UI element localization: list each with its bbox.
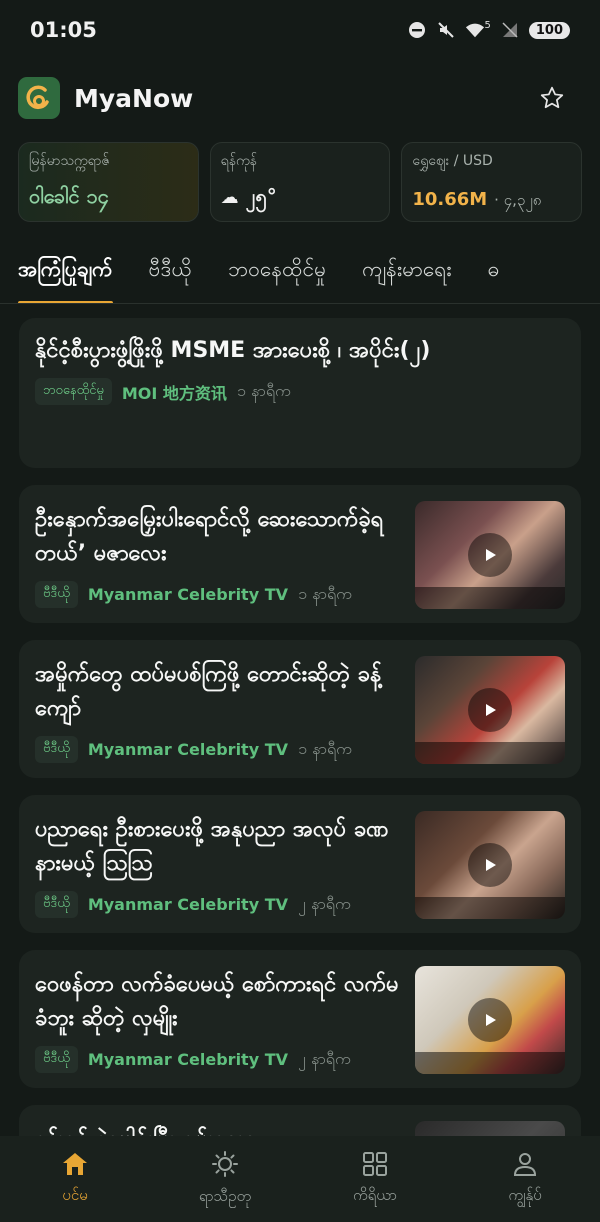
gold-price-value: 10.66M [412, 189, 488, 210]
play-icon [468, 998, 512, 1042]
nav-home[interactable]: ပင်မ [0, 1136, 150, 1222]
nav-home-label: ပင်မ [62, 1185, 88, 1204]
cloud-icon: ☁ [220, 187, 239, 208]
category-badge: ဗီဒီယို [35, 736, 78, 763]
news-time: ၁ နာရီက [298, 583, 352, 603]
weather-value: ၂၅° [245, 184, 277, 208]
news-time: ၁ နာရီက [236, 380, 291, 400]
gold-price-row: 10.66M · ၄,၃၂၈ [412, 186, 571, 213]
wifi-label: 5 [484, 19, 491, 31]
weather-row: ☁ ၂၅° [221, 183, 380, 213]
calendar-widget[interactable]: မြန်မာသက္ကရာဇ် ဝါခေါင် ၁၄ [18, 142, 199, 222]
news-source: Myanmar Celebrity TV [87, 895, 288, 914]
news-source: Myanmar Celebrity TV [87, 740, 288, 759]
video-card[interactable]: ပညာရေး ဦးစားပေးဖို့ အနုပညာ အလုပ် ခဏနားမယ… [19, 795, 581, 933]
thumbnail-caption-bar [415, 587, 565, 609]
app-header: MyaNow [0, 70, 600, 126]
star-icon[interactable] [536, 82, 568, 114]
video-card[interactable]: ဝေဖန်တာ လက်ခံပေမယ့် စော်ကားရင် လက်မခံဘူး… [19, 950, 581, 1088]
play-icon [468, 533, 512, 577]
status-bar: 01:05 5 100 [0, 0, 600, 60]
news-time: ၂ နာရီက [298, 1048, 351, 1068]
play-icon [468, 688, 512, 732]
category-badge: ဗီဒီယို [35, 1046, 78, 1073]
news-title: ဦးနှောက်အမြှေးပါးရောင်လို့ ဆေးသောက်ခဲ့ရတ… [35, 507, 384, 566]
nav-profile-label: ကျွန်ုပ် [508, 1185, 542, 1204]
app-logo [18, 77, 60, 119]
news-time: ၁ နာရီက [298, 738, 352, 758]
wifi-icon [465, 20, 485, 40]
category-badge: ဘဝနေထိုင်မှု [35, 378, 112, 405]
do-not-disturb-icon [407, 20, 427, 40]
tab-video[interactable]: ဗီဒီယို [149, 240, 192, 303]
news-title: နိုင်ငံ့စီးပွားဖွံ့ဖြိုးဖို့ MSME အားပေး… [35, 338, 431, 363]
status-time: 01:05 [30, 18, 97, 42]
video-thumbnail[interactable] [415, 501, 565, 609]
video-thumbnail[interactable] [415, 656, 565, 764]
home-icon [61, 1151, 89, 1181]
category-badge: ဗီဒီယို [35, 581, 78, 608]
tab-recommended[interactable]: အကြံပြုချက် [18, 240, 113, 303]
news-title: ဝေဖန်တာ လက်ခံပေမယ့် စော်ကားရင် လက်မခံဘူး… [35, 972, 399, 1031]
news-feed: နိုင်ငံ့စီးပွားဖွံ့ဖြိုးဖို့ MSME အားပေး… [19, 318, 581, 1222]
battery-indicator: 100 [528, 21, 570, 39]
calendar-value: ဝါခေါင် ၁၄ [29, 184, 110, 208]
weather-widget[interactable]: ရန်ကုန် ☁ ၂၅° [209, 142, 391, 222]
info-widgets: မြန်မာသက္ကရာဇ် ဝါခေါင် ၁၄ ရန်ကုန် ☁ ၂၅° … [18, 142, 583, 222]
news-title: ပညာရေး ဦးစားပေးဖို့ အနုပညာ အလုပ် ခဏနားမယ… [35, 817, 389, 876]
news-time: ၂ နာရီက [298, 893, 351, 913]
sun-icon [211, 1150, 239, 1182]
signal-icon [500, 20, 520, 40]
video-card[interactable]: ဦးနှောက်အမြှေးပါးရောင်လို့ ဆေးသောက်ခဲ့ရတ… [19, 485, 581, 623]
tab-lifestyle[interactable]: ဘဝနေထိုင်မှု [228, 240, 326, 303]
gold-price-sub: · ၄,၃၂၈ [494, 191, 542, 209]
gold-price-widget[interactable]: ရွှေဈေး / USD 10.66M · ၄,၃၂၈ [401, 142, 583, 222]
play-icon [468, 843, 512, 887]
app-title: MyaNow [74, 83, 194, 113]
gold-price-label: ရွှေဈေး / USD [412, 153, 493, 169]
calendar-label: မြန်မာသက္ကရာဇ် [29, 153, 110, 169]
bottom-navigation: ပင်မ ရာသီဥတု ကိရိယာ ကျွန်ုပ် [0, 1136, 600, 1222]
news-meta: ဘဝနေထိုင်မှု MOI 地方资讯 ၁ နာရီက [35, 378, 565, 405]
grid-icon [362, 1151, 388, 1181]
nav-weather-label: ရာသီဥတု [198, 1186, 252, 1205]
news-card[interactable]: နိုင်ငံ့စီးပွားဖွံ့ဖြိုးဖို့ MSME အားပေး… [19, 318, 581, 468]
person-icon [512, 1151, 538, 1181]
nav-weather[interactable]: ရာသီဥတု [150, 1136, 300, 1222]
video-card[interactable]: အမှိုက်တွေ ထပ်မပစ်ကြဖို့ တောင်းဆိုတဲ့ ခန… [19, 640, 581, 778]
weather-label: ရန်ကုန် [220, 153, 257, 169]
thumbnail-caption-bar [415, 897, 565, 919]
nav-tools-label: ကိရိယာ [352, 1185, 398, 1204]
category-tabs: အကြံပြုချက် ဗီဒီယို ဘဝနေထိုင်မှု ကျန်းမာ… [0, 240, 600, 304]
tab-more[interactable]: ဓ [488, 240, 500, 303]
status-icons: 5 100 [407, 20, 570, 40]
thumbnail-caption-bar [415, 1052, 565, 1074]
nav-tools[interactable]: ကိရိယာ [300, 1136, 450, 1222]
news-source: Myanmar Celebrity TV [87, 585, 288, 604]
nav-profile[interactable]: ကျွန်ုပ် [450, 1136, 600, 1222]
news-title: အမှိုက်တွေ ထပ်မပစ်ကြဖို့ တောင်းဆိုတဲ့ ခန… [35, 662, 382, 721]
mute-icon [436, 20, 456, 40]
news-source: MOI 地方资讯 [121, 383, 227, 403]
category-badge: ဗီဒီယို [35, 891, 78, 918]
tab-health[interactable]: ကျန်းမာရေး [362, 240, 452, 303]
news-source: Myanmar Celebrity TV [87, 1050, 288, 1069]
video-thumbnail[interactable] [415, 966, 565, 1074]
thumbnail-caption-bar [415, 742, 565, 764]
video-thumbnail[interactable] [415, 811, 565, 919]
